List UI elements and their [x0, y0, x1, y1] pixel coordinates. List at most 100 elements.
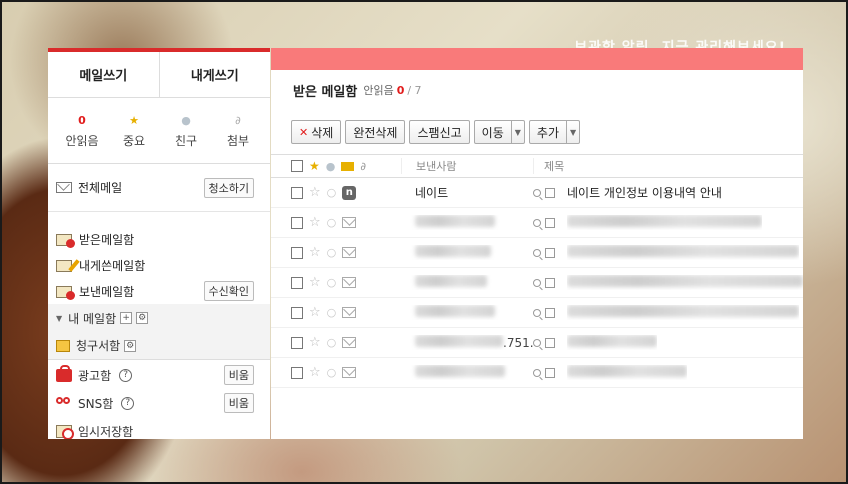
- empty-sns-button[interactable]: 비움: [223, 393, 254, 413]
- all-mail-link[interactable]: 전체메일: [78, 179, 204, 196]
- folder-label: 받은메일함: [79, 232, 135, 247]
- report-spam-button[interactable]: 스팸신고: [409, 120, 470, 144]
- row-subject[interactable]: [567, 335, 657, 350]
- star-icon[interactable]: ☆: [309, 245, 321, 260]
- empty-ads-button[interactable]: 비움: [223, 365, 254, 385]
- table-row[interactable]: ☆ ○: [271, 358, 803, 388]
- bills-settings-button[interactable]: ⚙: [124, 339, 137, 352]
- row-sender[interactable]: .751...: [401, 335, 533, 350]
- folder-sns[interactable]: SNS함 ? 비움: [48, 390, 270, 416]
- folder-inbox[interactable]: 받은메일함: [48, 226, 270, 252]
- star-icon[interactable]: ☆: [309, 365, 321, 380]
- row-sender[interactable]: [401, 245, 533, 260]
- popout-icon[interactable]: [545, 247, 555, 258]
- envelope-icon[interactable]: [341, 161, 355, 171]
- write-mail-button[interactable]: 메일쓰기: [48, 52, 159, 97]
- permanent-delete-button[interactable]: 완전삭제: [345, 120, 406, 144]
- row-sender[interactable]: [401, 215, 533, 230]
- filter-friends-label: 친구: [174, 134, 198, 148]
- search-icon[interactable]: [533, 218, 541, 227]
- star-icon[interactable]: ☆: [309, 335, 321, 350]
- popout-icon[interactable]: [545, 187, 555, 198]
- select-all-checkbox[interactable]: [291, 160, 303, 172]
- add-folder-button[interactable]: +: [120, 312, 133, 324]
- popout-icon[interactable]: [545, 367, 555, 378]
- my-mailbox-row[interactable]: ▼ 내 메일함 + ⚙: [48, 304, 270, 332]
- star-icon: ★: [129, 114, 139, 127]
- folder-sent[interactable]: 보낸메일함 수신확인: [48, 278, 270, 304]
- collapse-triangle-icon[interactable]: ▼: [56, 314, 62, 323]
- redacted-text: [567, 335, 657, 347]
- filter-attachments[interactable]: ∂ 첨부: [212, 114, 264, 163]
- table-row[interactable]: ☆ ○ .751...: [271, 328, 803, 358]
- filter-friends[interactable]: ● 친구: [160, 114, 212, 163]
- row-actions: [533, 217, 567, 228]
- delete-button[interactable]: ✕ 삭제: [291, 120, 342, 144]
- row-subject[interactable]: 네이트 개인정보 이용내역 안내: [567, 184, 722, 201]
- row-checkbox[interactable]: [291, 306, 303, 319]
- row-checkbox[interactable]: [291, 336, 303, 349]
- folder-bills[interactable]: 청구서함 ⚙: [48, 332, 270, 360]
- filter-unread[interactable]: 0 안읽음: [56, 114, 108, 163]
- row-checkbox[interactable]: [291, 216, 303, 229]
- row-subject[interactable]: [567, 215, 762, 230]
- popout-icon[interactable]: [545, 217, 555, 228]
- clean-up-button[interactable]: 청소하기: [203, 177, 254, 198]
- star-icon[interactable]: ☆: [309, 185, 321, 200]
- search-icon[interactable]: [533, 308, 541, 317]
- person-icon: ○: [326, 336, 337, 349]
- folder-drafts[interactable]: 임시저장함: [48, 418, 270, 439]
- row-sender[interactable]: 네이트: [401, 184, 533, 201]
- row-icons: ☆ ○: [309, 245, 401, 260]
- my-mailbox-label: 내 메일함: [68, 311, 117, 326]
- star-icon[interactable]: ☆: [309, 275, 321, 290]
- star-icon[interactable]: ☆: [309, 305, 321, 320]
- row-subject[interactable]: [567, 305, 799, 320]
- row-subject[interactable]: [567, 275, 803, 290]
- chevron-down-icon[interactable]: ▼: [567, 120, 581, 144]
- folder-label: 내게쓴메일함: [79, 258, 146, 273]
- star-icon[interactable]: ★: [309, 159, 320, 173]
- folder-ads[interactable]: 광고함 ? 비움: [48, 362, 270, 388]
- paperclip-icon[interactable]: ∂: [360, 160, 366, 173]
- envelope-open-icon: [342, 307, 357, 318]
- help-icon[interactable]: ?: [119, 368, 133, 382]
- table-row[interactable]: ☆ ○: [271, 268, 803, 298]
- row-sender[interactable]: [401, 305, 533, 320]
- sns-label: SNS함: [78, 396, 114, 411]
- row-subject[interactable]: [567, 245, 799, 260]
- row-checkbox[interactable]: [291, 366, 303, 379]
- row-subject[interactable]: [567, 365, 687, 380]
- row-checkbox[interactable]: [291, 186, 303, 199]
- table-row[interactable]: ☆ ○: [271, 298, 803, 328]
- table-row[interactable]: ☆ ○: [271, 208, 803, 238]
- person-icon[interactable]: ●: [326, 160, 336, 173]
- row-sender[interactable]: [401, 275, 533, 290]
- move-button[interactable]: 이동: [473, 120, 512, 144]
- column-subject[interactable]: 제목: [533, 158, 564, 174]
- row-checkbox[interactable]: [291, 276, 303, 289]
- chevron-down-icon[interactable]: ▼: [511, 120, 525, 144]
- column-sender[interactable]: 보낸사람: [401, 158, 533, 174]
- search-icon[interactable]: [533, 188, 541, 197]
- star-icon[interactable]: ☆: [309, 215, 321, 230]
- popout-icon[interactable]: [545, 277, 555, 288]
- search-icon[interactable]: [533, 338, 541, 347]
- folder-settings-button[interactable]: ⚙: [136, 312, 149, 324]
- table-row[interactable]: ☆ ○ n 네이트 네이트 개인정보 이용내역 안내: [271, 178, 803, 208]
- search-icon[interactable]: [533, 248, 541, 257]
- folder-self-sent[interactable]: 내게쓴메일함: [48, 252, 270, 278]
- table-row[interactable]: ☆ ○: [271, 238, 803, 268]
- mail-toolbar: ✕ 삭제 완전삭제 스팸신고 이동 ▼ 추가 ▼: [271, 110, 803, 154]
- row-sender[interactable]: [401, 365, 533, 380]
- filter-important[interactable]: ★ 중요: [108, 114, 160, 163]
- search-icon[interactable]: [533, 368, 541, 377]
- row-checkbox[interactable]: [291, 246, 303, 259]
- popout-icon[interactable]: [545, 307, 555, 318]
- search-icon[interactable]: [533, 278, 541, 287]
- read-receipt-button[interactable]: 수신확인: [203, 281, 254, 301]
- popout-icon[interactable]: [545, 337, 555, 348]
- help-icon[interactable]: ?: [121, 396, 135, 410]
- add-button[interactable]: 추가: [528, 120, 567, 144]
- write-to-self-button[interactable]: 내게쓰기: [158, 52, 271, 97]
